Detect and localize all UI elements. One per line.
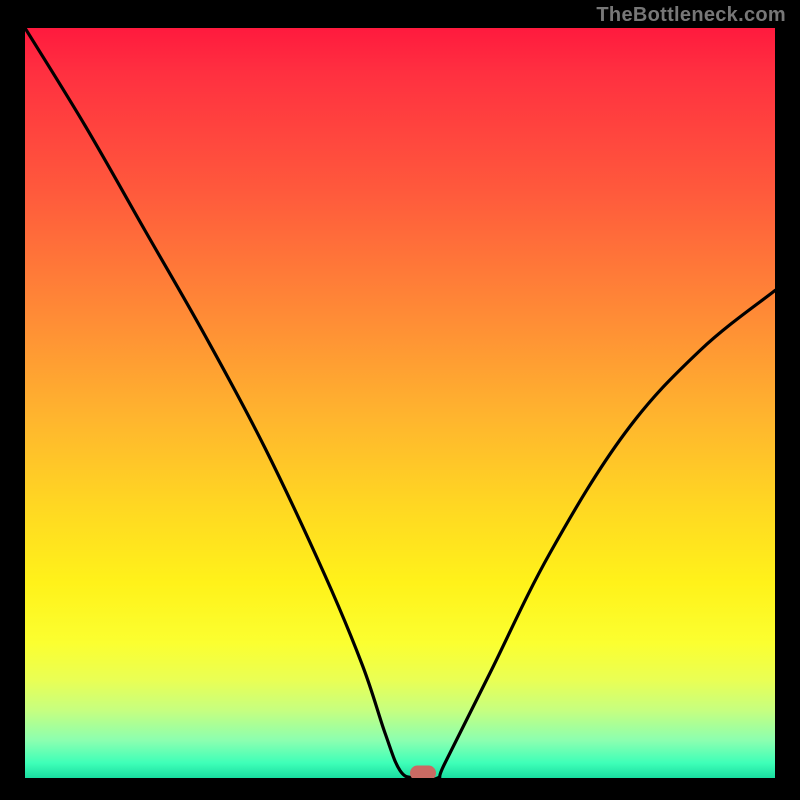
minimum-marker (410, 766, 436, 779)
chart-frame: TheBottleneck.com (0, 0, 800, 800)
plot-area (25, 28, 775, 778)
bottleneck-curve (25, 28, 775, 778)
watermark-text: TheBottleneck.com (596, 4, 786, 27)
